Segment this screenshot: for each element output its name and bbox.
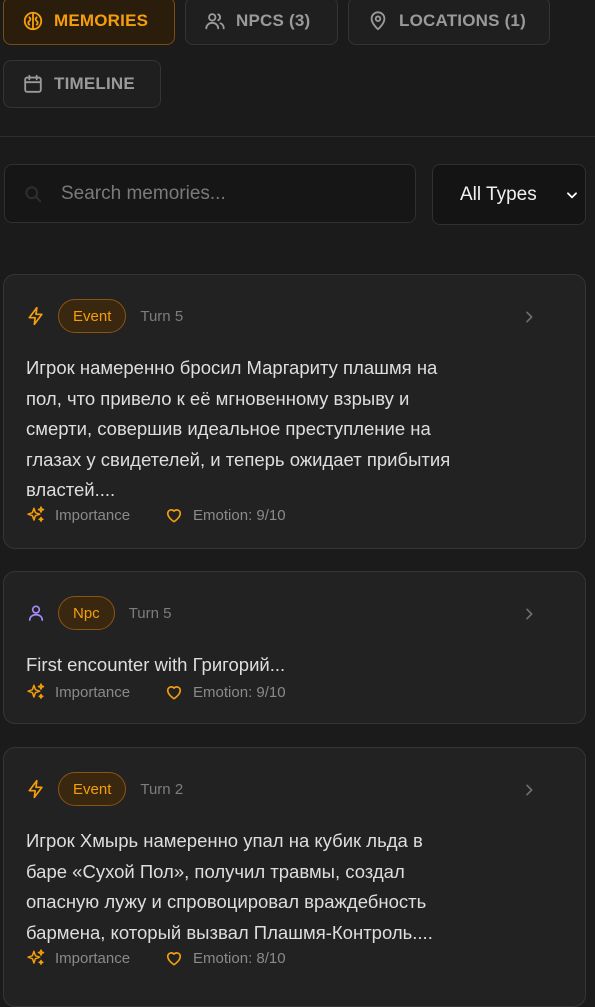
- sparkles-icon: [27, 506, 45, 522]
- search-icon: [25, 185, 42, 202]
- memory-card[interactable]: Npc Turn 5 First encounter with Григорий…: [3, 571, 586, 724]
- memory-text: Игрок Хмырь намеренно упал на кубик льда…: [26, 830, 433, 943]
- memory-meta: Importance Emotion: 9/10: [26, 682, 286, 702]
- tab-npcs-label: NPCS (3): [236, 11, 311, 30]
- memory-card[interactable]: Event Turn 2 Игрок Хмырь намеренно упал …: [3, 747, 586, 1007]
- tab-memories[interactable]: MEMORIES: [3, 0, 175, 45]
- search-box: [4, 164, 416, 223]
- chevron-down-icon: [567, 192, 577, 199]
- type-filter-select[interactable]: All Types: [432, 164, 586, 225]
- emotion-label: Emotion: 8/10: [193, 949, 286, 967]
- tab-locations[interactable]: LOCATIONS (1): [348, 0, 550, 45]
- memory-card[interactable]: Event Turn 5 Игрок намеренно бросил Марг…: [3, 274, 586, 549]
- heart-icon: [166, 686, 182, 700]
- importance-indicator: Importance: [26, 682, 130, 702]
- importance-label: Importance: [55, 506, 131, 524]
- users-icon: [205, 13, 225, 30]
- type-filter-value: All Types: [460, 183, 537, 205]
- memory-card-header: Event Turn 5: [26, 299, 183, 333]
- memory-card-header: Event Turn 2: [26, 772, 183, 806]
- chevron-right-icon[interactable]: [521, 606, 537, 622]
- user-icon: [28, 605, 44, 621]
- lightning-icon: [28, 306, 43, 326]
- memory-card-header: Npc Turn 5: [26, 596, 171, 630]
- chevron-right-icon[interactable]: [521, 309, 537, 325]
- emotion-indicator: Emotion: 9/10: [164, 682, 286, 702]
- tab-timeline[interactable]: TIMELINE: [3, 60, 161, 108]
- map-pin-icon: [370, 11, 386, 31]
- emotion-indicator: Emotion: 8/10: [164, 948, 286, 968]
- emotion-label: Emotion: 9/10: [193, 683, 286, 701]
- importance-indicator: Importance: [26, 948, 130, 968]
- lightning-icon: [28, 779, 43, 799]
- memory-meta: Importance Emotion: 8/10: [26, 948, 286, 968]
- tab-timeline-label: TIMELINE: [54, 74, 135, 93]
- importance-indicator: Importance: [26, 505, 130, 525]
- tab-npcs[interactable]: NPCS (3): [185, 0, 338, 45]
- sparkles-icon: [27, 949, 45, 965]
- calendar-icon: [24, 74, 42, 93]
- heart-icon: [166, 952, 182, 966]
- emotion-indicator: Emotion: 9/10: [164, 505, 286, 525]
- memory-type-badge: Event: [58, 299, 127, 333]
- importance-label: Importance: [55, 683, 131, 701]
- heart-icon: [166, 509, 182, 523]
- brain-icon: [23, 11, 43, 31]
- search-input[interactable]: [59, 181, 403, 206]
- sparkles-icon: [27, 683, 45, 699]
- tab-locations-label: LOCATIONS (1): [399, 11, 526, 30]
- memory-turn: Turn 5: [128, 604, 172, 622]
- chevron-right-icon[interactable]: [521, 782, 537, 798]
- importance-label: Importance: [55, 949, 131, 967]
- memory-text: Игрок намеренно бросил Маргариту плашмя …: [26, 357, 451, 500]
- tab-bar: MEMORIES NPCS (3) LOCATIONS (1) TIMELINE: [0, 0, 595, 137]
- memory-type-badge: Npc: [58, 596, 115, 630]
- memory-text: First encounter with Григорий...: [26, 654, 286, 675]
- memory-meta: Importance Emotion: 9/10: [26, 505, 286, 525]
- tab-memories-label: MEMORIES: [54, 11, 149, 30]
- memory-turn: Turn 2: [140, 780, 184, 798]
- memory-type-badge: Event: [58, 772, 127, 806]
- memory-turn: Turn 5: [140, 307, 184, 325]
- emotion-label: Emotion: 9/10: [193, 506, 286, 524]
